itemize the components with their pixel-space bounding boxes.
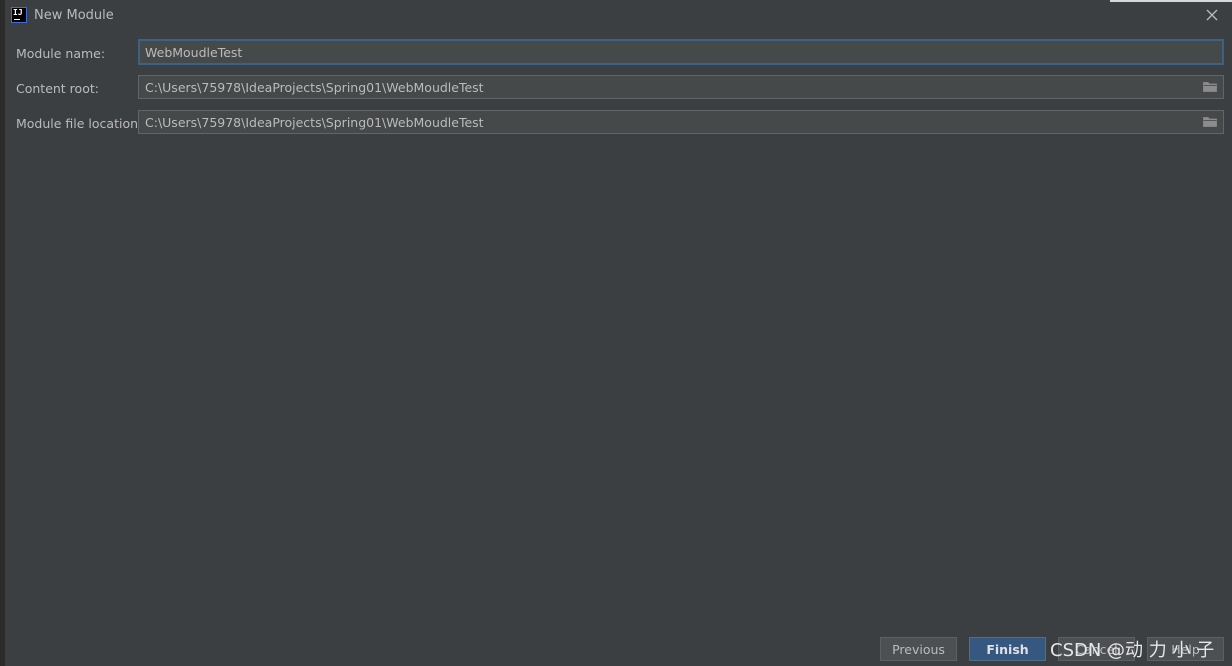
close-icon-glyph [1206,9,1218,21]
module-file-location-input[interactable]: C:\Users\75978\IdeaProjects\Spring01\Web… [138,110,1224,134]
module-name-input[interactable]: WebMoudleTest [138,39,1224,65]
dialog-title: New Module [34,8,114,23]
finish-button[interactable]: Finish [969,637,1046,661]
intellij-app-icon: IJ [11,7,27,23]
csdn-watermark: CSDN @动 力 小 子 [1050,640,1215,661]
folder-icon[interactable] [1203,116,1217,127]
content-root-input[interactable]: C:\Users\75978\IdeaProjects\Spring01\Web… [138,75,1224,99]
content-root-label: Content root: [16,81,99,96]
app-icon-underscore [14,19,20,20]
left-edge-strip [0,0,5,666]
module-file-location-value: C:\Users\75978\IdeaProjects\Spring01\Web… [145,114,484,130]
close-icon[interactable] [1203,6,1221,24]
previous-button[interactable]: Previous [880,637,957,661]
title-bar: IJ New Module [5,0,1232,32]
folder-icon[interactable] [1203,81,1217,92]
content-root-value: C:\Users\75978\IdeaProjects\Spring01\Web… [145,79,484,95]
module-file-location-label: Module file location: [16,116,143,131]
module-name-value: WebMoudleTest [145,44,243,60]
app-icon-text: IJ [13,8,23,17]
module-name-label: Module name: [16,46,106,61]
